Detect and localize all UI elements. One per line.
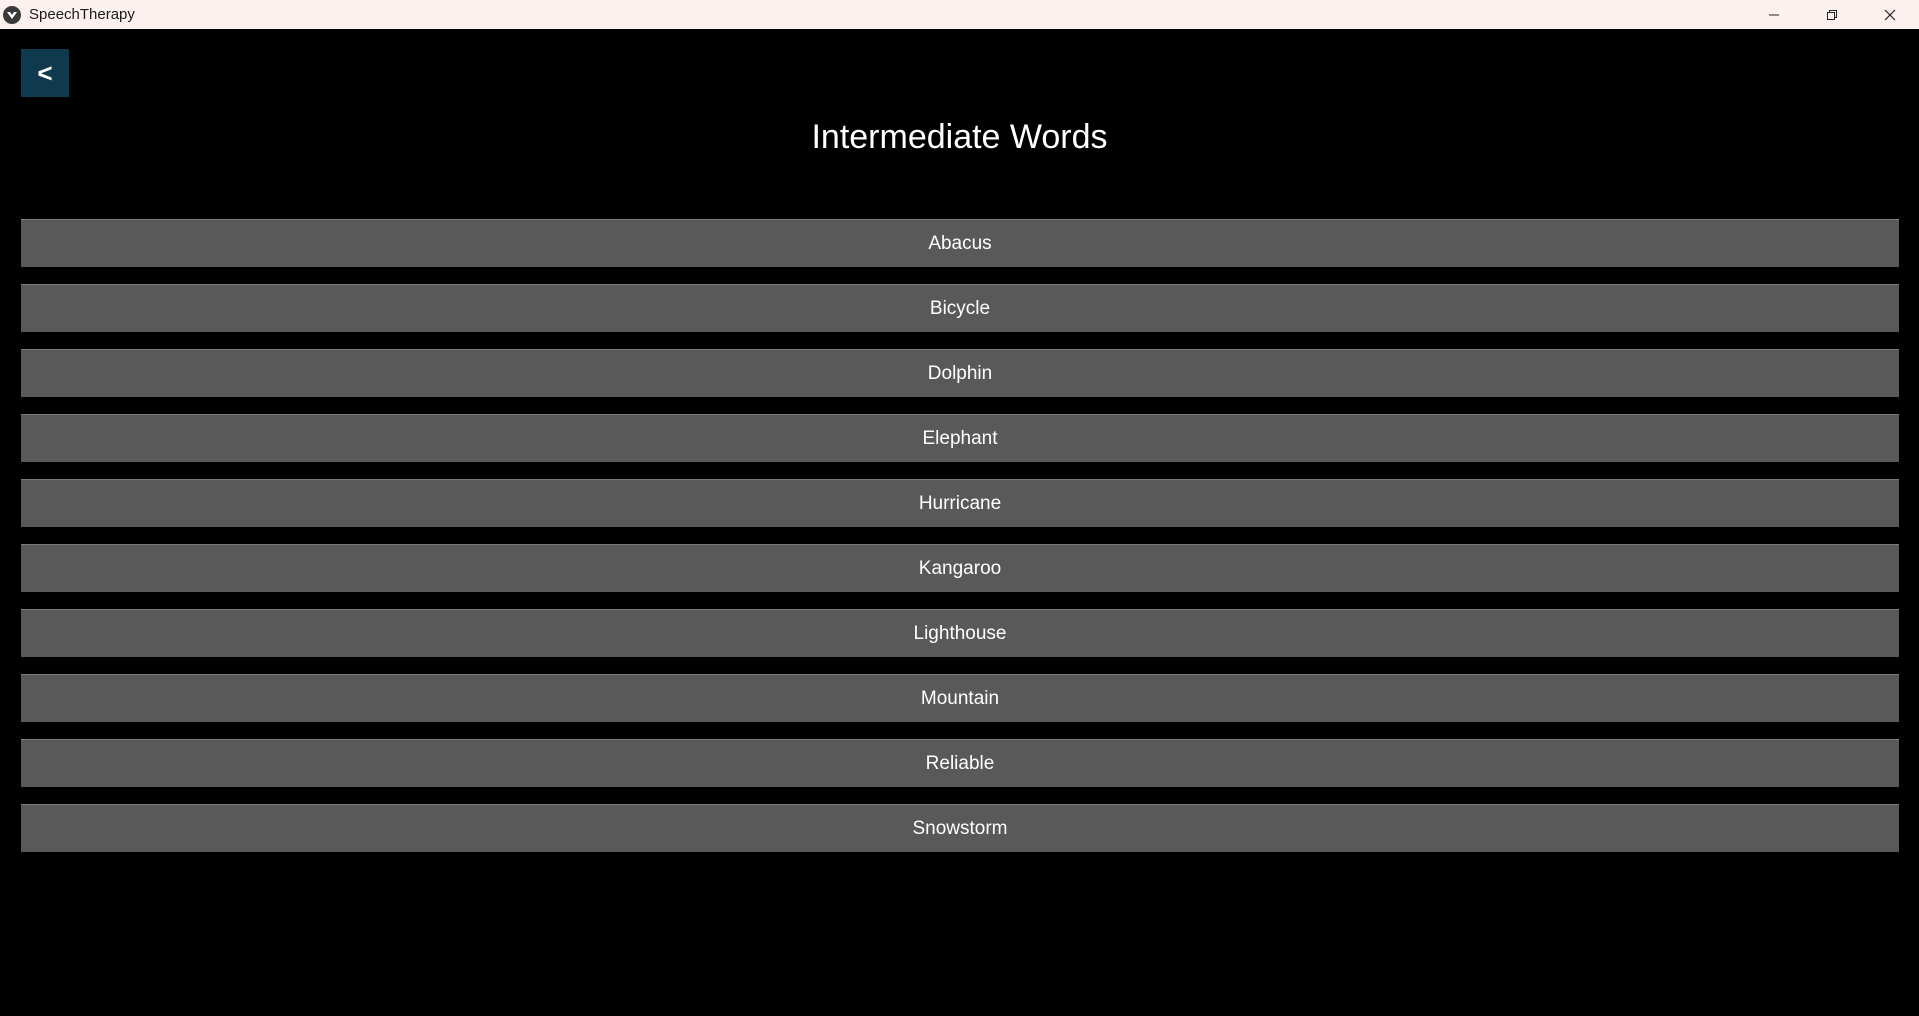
app-icon [3,5,21,24]
word-list: Abacus Bicycle Dolphin Elephant Hurrican… [21,219,1899,869]
window-title: SpeechTherapy [29,6,135,23]
minimize-icon[interactable] [1745,0,1803,29]
restore-icon[interactable] [1803,0,1861,29]
window-titlebar: SpeechTherapy [0,0,1919,29]
word-button-reliable[interactable]: Reliable [21,739,1899,787]
back-button[interactable]: < [21,49,69,97]
word-button-bicycle[interactable]: Bicycle [21,284,1899,332]
word-button-abacus[interactable]: Abacus [21,219,1899,267]
window-controls [1745,0,1919,29]
word-button-hurricane[interactable]: Hurricane [21,479,1899,527]
word-button-dolphin[interactable]: Dolphin [21,349,1899,397]
word-button-kangaroo[interactable]: Kangaroo [21,544,1899,592]
page-title: Intermediate Words [811,118,1108,156]
word-button-elephant[interactable]: Elephant [21,414,1899,462]
word-button-snowstorm[interactable]: Snowstorm [21,804,1899,852]
close-icon[interactable] [1861,0,1919,29]
word-button-lighthouse[interactable]: Lighthouse [21,609,1899,657]
word-button-mountain[interactable]: Mountain [21,674,1899,722]
